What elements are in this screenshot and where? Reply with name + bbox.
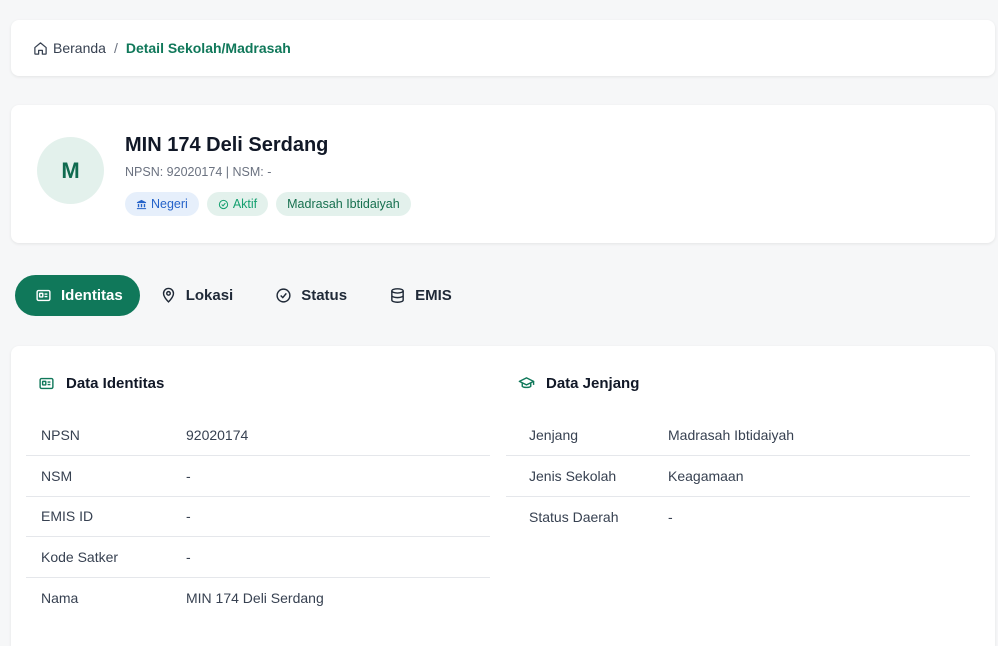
identitas-section-title: Data Identitas [38, 375, 164, 392]
row-key: Kode Satker [26, 536, 186, 578]
table-row: Jenjang Madrasah Ibtidaiyah [506, 415, 970, 456]
school-header-card: M MIN 174 Deli Serdang NPSN: 92020174 | … [11, 105, 995, 243]
table-row: EMIS ID - [26, 496, 490, 537]
row-value: Madrasah Ibtidaiyah [668, 415, 970, 456]
home-icon[interactable] [33, 41, 48, 56]
row-key: Jenjang [506, 415, 668, 456]
table-row: Kode Satker - [26, 536, 490, 578]
avatar: M [37, 137, 104, 204]
school-name: MIN 174 Deli Serdang [125, 134, 329, 156]
status-type-label: Negeri [151, 197, 188, 211]
tab-emis[interactable]: EMIS [369, 275, 474, 316]
check-circle-icon [276, 288, 291, 303]
tab-identitas-label: Identitas [61, 287, 123, 304]
row-value: - [186, 536, 490, 578]
row-value: Keagamaan [668, 455, 970, 497]
row-key: Jenis Sekolah [506, 455, 668, 497]
row-value: MIN 174 Deli Serdang [186, 589, 324, 606]
row-key: EMIS ID [26, 496, 186, 537]
breadcrumb-current: Detail Sekolah/Madrasah [125, 40, 291, 56]
table-row: NPSN 92020174 [26, 415, 490, 456]
row-key: Nama [41, 589, 79, 606]
tab-status[interactable]: Status [255, 275, 369, 316]
row-value: - [186, 455, 490, 497]
jenjang-section-title: Data Jenjang [518, 375, 639, 392]
institution-icon [136, 199, 147, 209]
row-key: NSM [26, 455, 186, 497]
table-row: NSM - [26, 455, 490, 497]
database-icon [391, 288, 404, 303]
identitas-table: NPSN 92020174 NSM - EMIS ID - Kode Satker - … [26, 415, 490, 618]
graduation-cap-icon [518, 377, 535, 389]
tab-bar: Identitas Lokasi Status EMIS [15, 275, 474, 316]
jenjang-title-text: Data Jenjang [546, 375, 640, 392]
map-pin-icon [162, 287, 174, 303]
breadcrumb-home-link[interactable]: Beranda [53, 40, 106, 56]
jenjang-table: Jenjang Madrasah Ibtidaiyah Jenis Sekolah… [506, 415, 970, 537]
jenjang-badge-label: Madrasah Ibtidaiyah [287, 197, 400, 211]
table-row: Nama MIN 174 Deli Serdang [26, 577, 490, 618]
check-circle-icon [218, 199, 228, 209]
breadcrumb-separator: / [113, 40, 118, 56]
row-value: 92020174 [186, 415, 490, 456]
id-card-icon [36, 289, 51, 302]
tab-identitas[interactable]: Identitas [15, 275, 140, 316]
row-key: NPSN [26, 415, 186, 456]
table-row: Jenis Sekolah Keagamaan [506, 455, 970, 497]
active-badge: Aktif [206, 192, 269, 216]
id-card-icon [39, 377, 54, 390]
identitas-title-text: Data Identitas [66, 375, 165, 392]
school-identifiers: NPSN: 92020174 | NSM: - [125, 165, 272, 179]
breadcrumb: Beranda / Detail Sekolah/Madrasah [11, 20, 995, 76]
table-row: Status Daerah - [506, 496, 970, 537]
row-key: Status Daerah [529, 508, 619, 525]
status-type-badge: Negeri [125, 192, 199, 216]
tab-lokasi-label: Lokasi [185, 287, 234, 304]
row-value: - [668, 508, 673, 525]
jenjang-badge: Madrasah Ibtidaiyah [276, 192, 411, 216]
badge-group: Negeri Aktif Madrasah Ibtidaiyah [125, 192, 411, 216]
tab-emis-label: EMIS [415, 287, 452, 304]
tab-lokasi[interactable]: Lokasi [140, 275, 256, 316]
tab-status-label: Status [301, 287, 348, 304]
active-label: Aktif [232, 197, 258, 211]
row-value: - [186, 496, 490, 537]
